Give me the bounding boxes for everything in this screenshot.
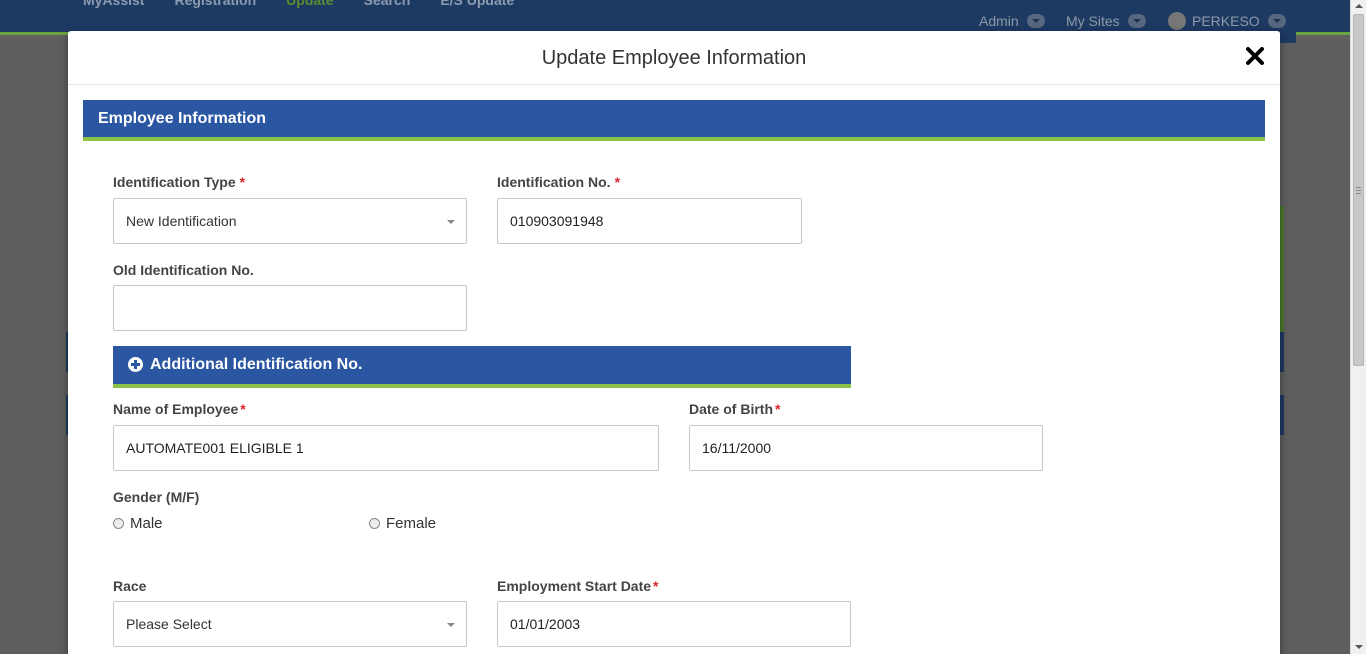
background-menu: MyAssist Registration Update Search E/S … (83, 0, 514, 8)
date-of-birth-value: 16/11/2000 (702, 440, 772, 456)
name-of-employee-label: Name of Employee * (113, 401, 246, 417)
gender-label: Gender (M/F) (113, 489, 200, 505)
modal-title: Update Employee Information (541, 47, 807, 69)
required-marker: * (240, 401, 246, 417)
employment-start-date-label: Employment Start Date * (497, 578, 659, 594)
user-menu[interactable]: PERKESO (1168, 12, 1286, 30)
identification-no-label: Identification No. * (497, 174, 620, 190)
admin-menu[interactable]: Admin (979, 13, 1045, 29)
identification-type-value: New Identification (126, 213, 237, 229)
name-of-employee-value: AUTOMATE001 ELIGIBLE 1 (126, 440, 304, 456)
identification-no-value: 010903091948 (510, 213, 604, 229)
my-sites-menu[interactable]: My Sites (1066, 13, 1146, 29)
additional-identification-title: Additional Identification No. (150, 356, 363, 373)
nav-item-search[interactable]: Search (364, 0, 411, 8)
avatar (1168, 12, 1186, 30)
my-sites-label: My Sites (1066, 13, 1120, 29)
modal-header: Update Employee Information (68, 31, 1280, 85)
page-scrollbar[interactable] (1350, 0, 1366, 654)
identification-type-select[interactable]: New Identification (113, 198, 467, 244)
background-panel-edge (1280, 332, 1284, 372)
nav-item-es-update[interactable]: E/S Update (440, 0, 514, 8)
scrollbar-thumb[interactable] (1353, 14, 1364, 366)
name-of-employee-input[interactable]: AUTOMATE001 ELIGIBLE 1 (113, 425, 659, 471)
background-panel-edge (1280, 395, 1284, 435)
nav-item-registration[interactable]: Registration (174, 0, 256, 8)
date-of-birth-input[interactable]: 16/11/2000 (689, 425, 1043, 471)
user-label: PERKESO (1192, 13, 1260, 29)
required-marker: * (653, 578, 659, 594)
date-of-birth-label-text: Date of Birth (689, 401, 773, 417)
employment-start-date-input[interactable]: 01/01/2003 (497, 601, 851, 647)
gender-radio-female[interactable]: Female (369, 515, 436, 532)
update-employee-modal: Update Employee Information Employee Inf… (68, 31, 1280, 654)
radio-button[interactable] (369, 518, 380, 529)
required-marker: * (239, 174, 246, 190)
gender-option-label: Male (130, 515, 163, 532)
background-panel-accent (1280, 206, 1284, 332)
date-of-birth-label: Date of Birth * (689, 401, 780, 417)
employment-start-date-label-text: Employment Start Date (497, 578, 652, 594)
close-button[interactable] (1244, 45, 1266, 67)
identification-no-label-text: Identification No. (497, 174, 611, 190)
gender-radio-male[interactable]: Male (113, 515, 163, 532)
employment-start-date-value: 01/01/2003 (510, 616, 581, 632)
background-panel-edge (1280, 31, 1296, 43)
required-marker: * (775, 401, 781, 417)
race-select[interactable]: Please Select (113, 601, 467, 647)
name-of-employee-label-text: Name of Employee (113, 401, 239, 417)
user-dropdown-icon (1267, 14, 1286, 28)
required-marker: * (614, 174, 621, 190)
nav-item-myassist[interactable]: MyAssist (83, 0, 144, 8)
additional-identification-toggle[interactable]: Additional Identification No. (113, 346, 851, 388)
my-sites-dropdown-icon (1127, 14, 1146, 28)
employee-information-header: Employee Information (83, 100, 1265, 141)
identification-no-input[interactable]: 010903091948 (497, 198, 802, 244)
nav-item-update[interactable]: Update (286, 0, 333, 8)
background-navbar: MyAssist Registration Update Search E/S … (0, 0, 1350, 35)
race-value: Please Select (126, 616, 212, 632)
identification-type-label-text: Identification Type (113, 174, 236, 190)
admin-dropdown-icon (1026, 14, 1045, 28)
admin-label: Admin (979, 13, 1019, 29)
scroll-up-icon[interactable] (1355, 4, 1363, 8)
gender-option-label: Female (386, 515, 437, 532)
plus-circle-icon (128, 357, 143, 372)
old-identification-no-label: Old Identification No. (113, 262, 254, 278)
radio-button[interactable] (113, 518, 124, 529)
race-label: Race (113, 578, 147, 594)
chevron-down-icon (447, 220, 455, 224)
close-icon (1246, 47, 1264, 65)
grip-icon (1356, 187, 1361, 194)
chevron-down-icon (447, 623, 455, 627)
section-title: Employee Information (98, 110, 267, 127)
identification-type-label: Identification Type * (113, 174, 245, 190)
old-identification-no-input[interactable] (113, 285, 467, 331)
scroll-down-icon[interactable] (1355, 645, 1363, 649)
